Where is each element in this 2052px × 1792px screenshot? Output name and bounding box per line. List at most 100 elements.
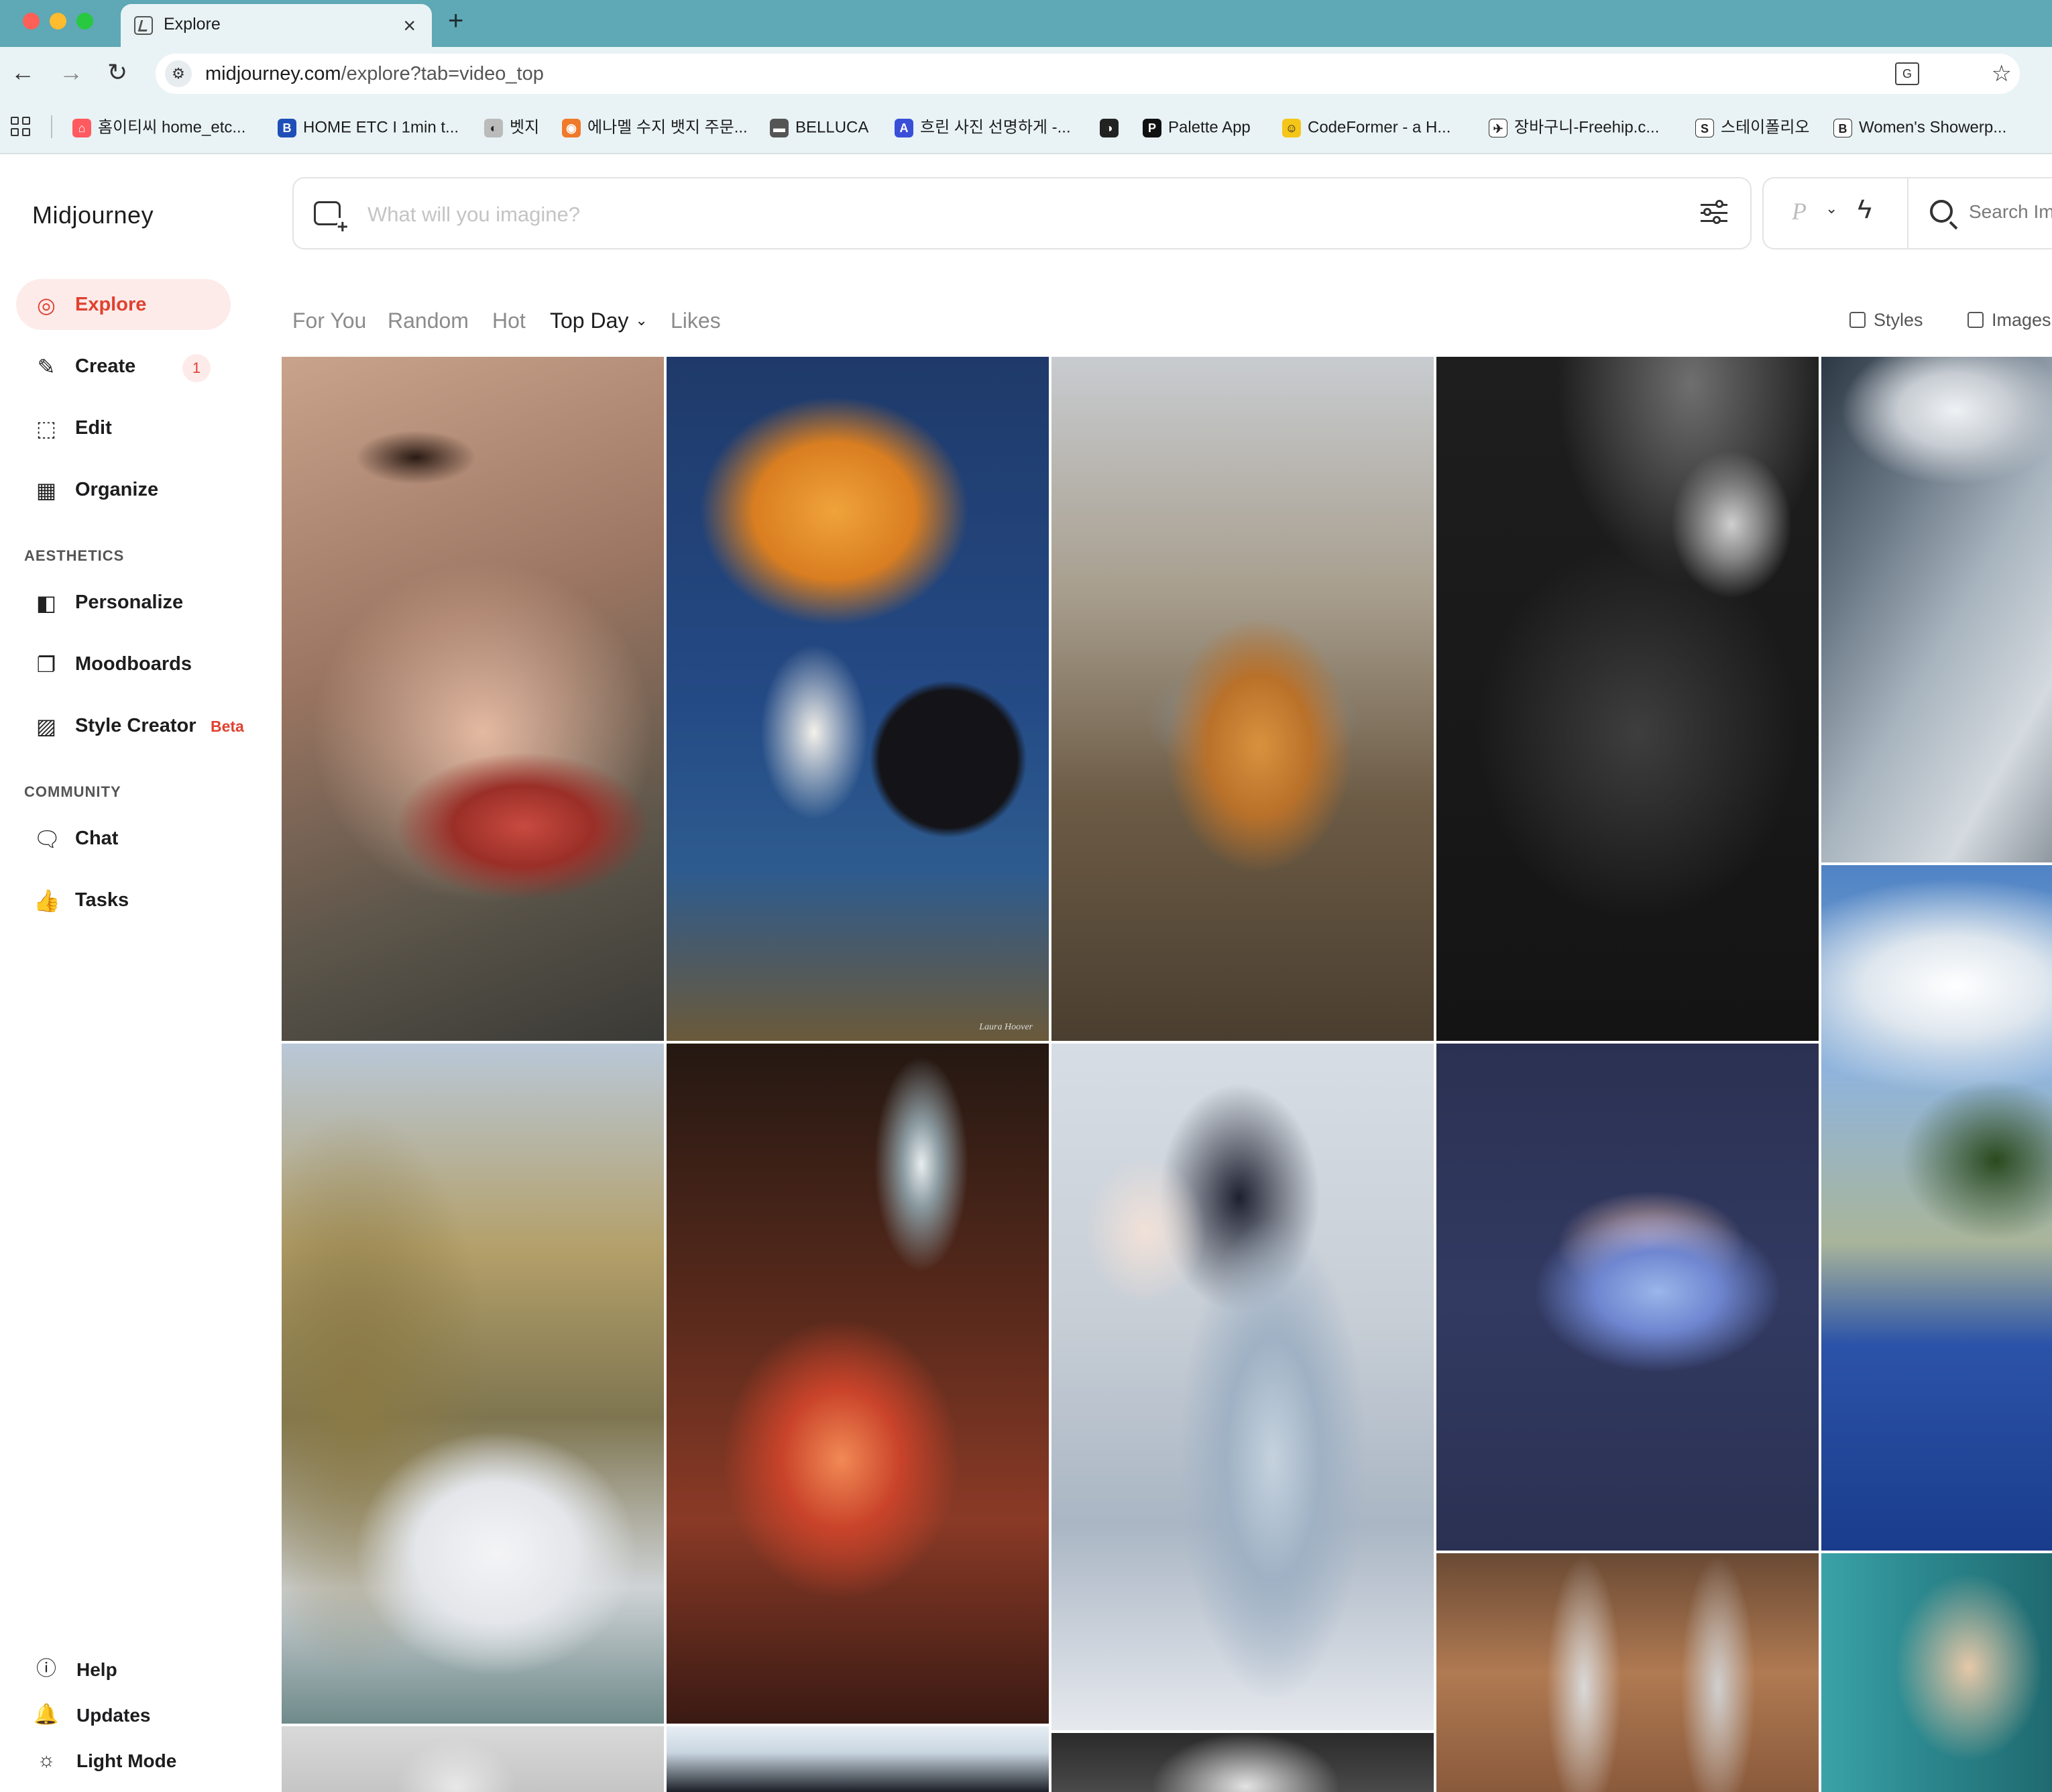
belluca-icon: ▬ xyxy=(770,118,789,137)
tab-random[interactable]: Random xyxy=(388,309,469,333)
sidebar-item-create[interactable]: ✎ Create 1 xyxy=(16,341,231,392)
tab-likes[interactable]: Likes xyxy=(671,309,721,333)
sidebar-item-explore[interactable]: ◎ Explore xyxy=(16,279,231,330)
grid-icon: ▦ xyxy=(36,478,57,502)
gallery-image-race-car[interactable] xyxy=(1821,357,2052,862)
bookmark-item[interactable]: P Palette App xyxy=(1143,115,1251,139)
bookmark-item[interactable]: B Women's Showerp... xyxy=(1833,115,2006,139)
sidebar-item-organize[interactable]: ▦ Organize xyxy=(16,464,231,515)
bookmark-item[interactable]: ◐ 벳지 xyxy=(484,115,539,139)
site-settings-icon[interactable]: ⚙ xyxy=(165,60,192,87)
tab-top-day-label: Top Day xyxy=(550,309,629,333)
reload-icon[interactable]: ↻ xyxy=(107,58,127,87)
add-image-icon[interactable] xyxy=(314,201,348,235)
updates-button[interactable]: 🔔 Updates xyxy=(32,1695,233,1733)
airbnb-icon: ⌂ xyxy=(72,118,91,137)
mode-selector[interactable]: P xyxy=(1792,197,1807,225)
prompt-options: P ⌄ ϟ Search Im xyxy=(1762,177,2052,249)
search-icon[interactable] xyxy=(1930,200,1953,223)
bell-icon: 🔔 xyxy=(34,1703,59,1726)
pinwheel-icon: ◐ xyxy=(484,118,503,137)
browser-toolbar: ← → ↻ ⚙ midjourney.com/explore?tab=video… xyxy=(0,47,2052,101)
tab-close-icon[interactable]: × xyxy=(403,12,416,39)
sidebar-item-personalize[interactable]: ◧ Personalize xyxy=(16,577,231,628)
new-tab-button[interactable]: + xyxy=(448,5,463,36)
sidebar-item-edit[interactable]: ⬚ Edit xyxy=(16,402,231,453)
gallery-image-squid[interactable] xyxy=(1436,357,1819,1041)
address-bar[interactable]: ⚙ midjourney.com/explore?tab=video_top G… xyxy=(156,54,2020,94)
bookmark-label: Palette App xyxy=(1168,118,1251,137)
gallery-image-tunnel[interactable] xyxy=(667,1726,1049,1792)
compass-icon: ◎ xyxy=(37,293,56,317)
forward-arrow-icon[interactable]: → xyxy=(59,58,83,87)
gallery-image-old-man[interactable] xyxy=(1821,1553,2052,1792)
bookmark-label: 장바구니-Freehip.c... xyxy=(1514,118,1660,137)
window-maximize-button[interactable] xyxy=(76,13,93,30)
bookmark-item[interactable]: ☺ CodeFormer - a H... xyxy=(1282,115,1450,139)
bookmark-label: Women's Showerp... xyxy=(1859,118,2007,137)
bookmark-item[interactable]: B HOME ETC I 1min t... xyxy=(278,115,459,139)
gallery-image-red-explosion[interactable] xyxy=(667,1044,1049,1724)
help-button[interactable]: ⓘ Help xyxy=(32,1650,233,1687)
back-arrow-icon[interactable]: ← xyxy=(11,58,35,87)
prompt-input[interactable] xyxy=(367,199,1642,231)
options-divider xyxy=(1907,178,1908,248)
window-close-button[interactable] xyxy=(23,13,40,30)
gallery-image-cat-fish[interactable] xyxy=(1051,357,1434,1041)
gallery-image-chain[interactable] xyxy=(1436,1553,1819,1792)
gallery-image-leaf-girl[interactable]: Laura Hoover xyxy=(667,357,1049,1041)
search-images-button[interactable]: Search Im xyxy=(1969,201,2052,223)
sidebar-item-moodboards[interactable]: ❐ Moodboards xyxy=(16,638,231,689)
personalize-icon: ◧ xyxy=(36,591,57,615)
translate-icon[interactable]: G xyxy=(1895,62,1919,85)
styles-icon xyxy=(1849,312,1866,328)
bookmark-item[interactable]: ◑ xyxy=(1100,115,1125,139)
gallery-image-portrait[interactable] xyxy=(282,1726,664,1792)
bookmark-label: 홈이티씨 home_etc... xyxy=(98,118,246,137)
thumbs-up-icon: 👍 xyxy=(34,889,60,913)
sidebar-item-style-creator[interactable]: ▨ Style Creator Beta xyxy=(16,700,244,751)
browser-tab-explore[interactable]: Explore × xyxy=(121,4,432,47)
brush-icon: ✎ xyxy=(37,355,56,379)
bookmark-item[interactable]: ✈ 장바구니-Freehip.c... xyxy=(1489,115,1659,139)
style-creator-icon: ▨ xyxy=(36,714,57,738)
chevron-down-icon[interactable]: ⌄ xyxy=(1825,200,1837,217)
sidebar-item-tasks[interactable]: 👍 Tasks xyxy=(16,875,231,926)
bookmark-label: 스테이폴리오 xyxy=(1721,118,1810,137)
lightning-icon[interactable]: ϟ xyxy=(1858,194,1872,225)
b-blue-icon: B xyxy=(278,118,296,137)
sliders-icon[interactable] xyxy=(1699,199,1729,228)
gallery-image-glass-horse[interactable] xyxy=(1436,1044,1819,1551)
bookmark-item[interactable]: ◉ 에나멜 수지 뱃지 주문... xyxy=(562,115,748,139)
window-minimize-button[interactable] xyxy=(50,13,66,30)
url-host: midjourney.com xyxy=(205,63,341,85)
images-toggle[interactable]: Images xyxy=(1968,310,2051,331)
bookmark-star-icon[interactable]: ☆ xyxy=(1992,62,2012,86)
s-black-icon: S xyxy=(1695,118,1714,137)
bookmark-item[interactable]: A 흐린 사진 선명하게 -... xyxy=(895,115,1071,139)
tab-top-day[interactable]: Top Day ⌄ xyxy=(550,309,648,333)
sidebar-item-chat[interactable]: 🗨 Chat xyxy=(16,813,231,864)
bookmark-label: 벳지 xyxy=(510,118,540,137)
gallery-image-winter-woman[interactable] xyxy=(1051,1044,1434,1730)
url-text[interactable]: midjourney.com/explore?tab=video_top xyxy=(205,63,544,85)
create-count-badge: 1 xyxy=(182,354,211,382)
sun-icon: ☼ xyxy=(37,1749,56,1771)
bookmark-item[interactable]: S 스테이폴리오 xyxy=(1695,115,1809,139)
tab-for-you[interactable]: For You xyxy=(292,309,366,333)
tab-title: Explore xyxy=(164,15,221,34)
gallery-image-glitter-face[interactable] xyxy=(282,357,664,1041)
tab-hot[interactable]: Hot xyxy=(492,309,526,333)
gallery-image-mono[interactable] xyxy=(1051,1733,1434,1792)
apps-grid-icon[interactable] xyxy=(11,117,31,137)
brand-logo[interactable]: Midjourney xyxy=(32,201,154,229)
bookmark-item[interactable]: ⌂ 홈이티씨 home_etc... xyxy=(72,115,245,139)
gallery-image-cloud-city[interactable] xyxy=(282,1044,664,1724)
gallery-image-blue-flowers[interactable] xyxy=(1821,865,2052,1551)
styles-toggle[interactable]: Styles xyxy=(1849,310,1923,331)
chevron-down-icon: ⌄ xyxy=(635,312,648,329)
emoji-icon: ☺ xyxy=(1282,118,1301,137)
bookmark-item[interactable]: ▬ BELLUCA xyxy=(770,115,868,139)
light-mode-toggle[interactable]: ☼ Light Mode xyxy=(32,1741,233,1779)
styles-label: Styles xyxy=(1874,310,1923,330)
